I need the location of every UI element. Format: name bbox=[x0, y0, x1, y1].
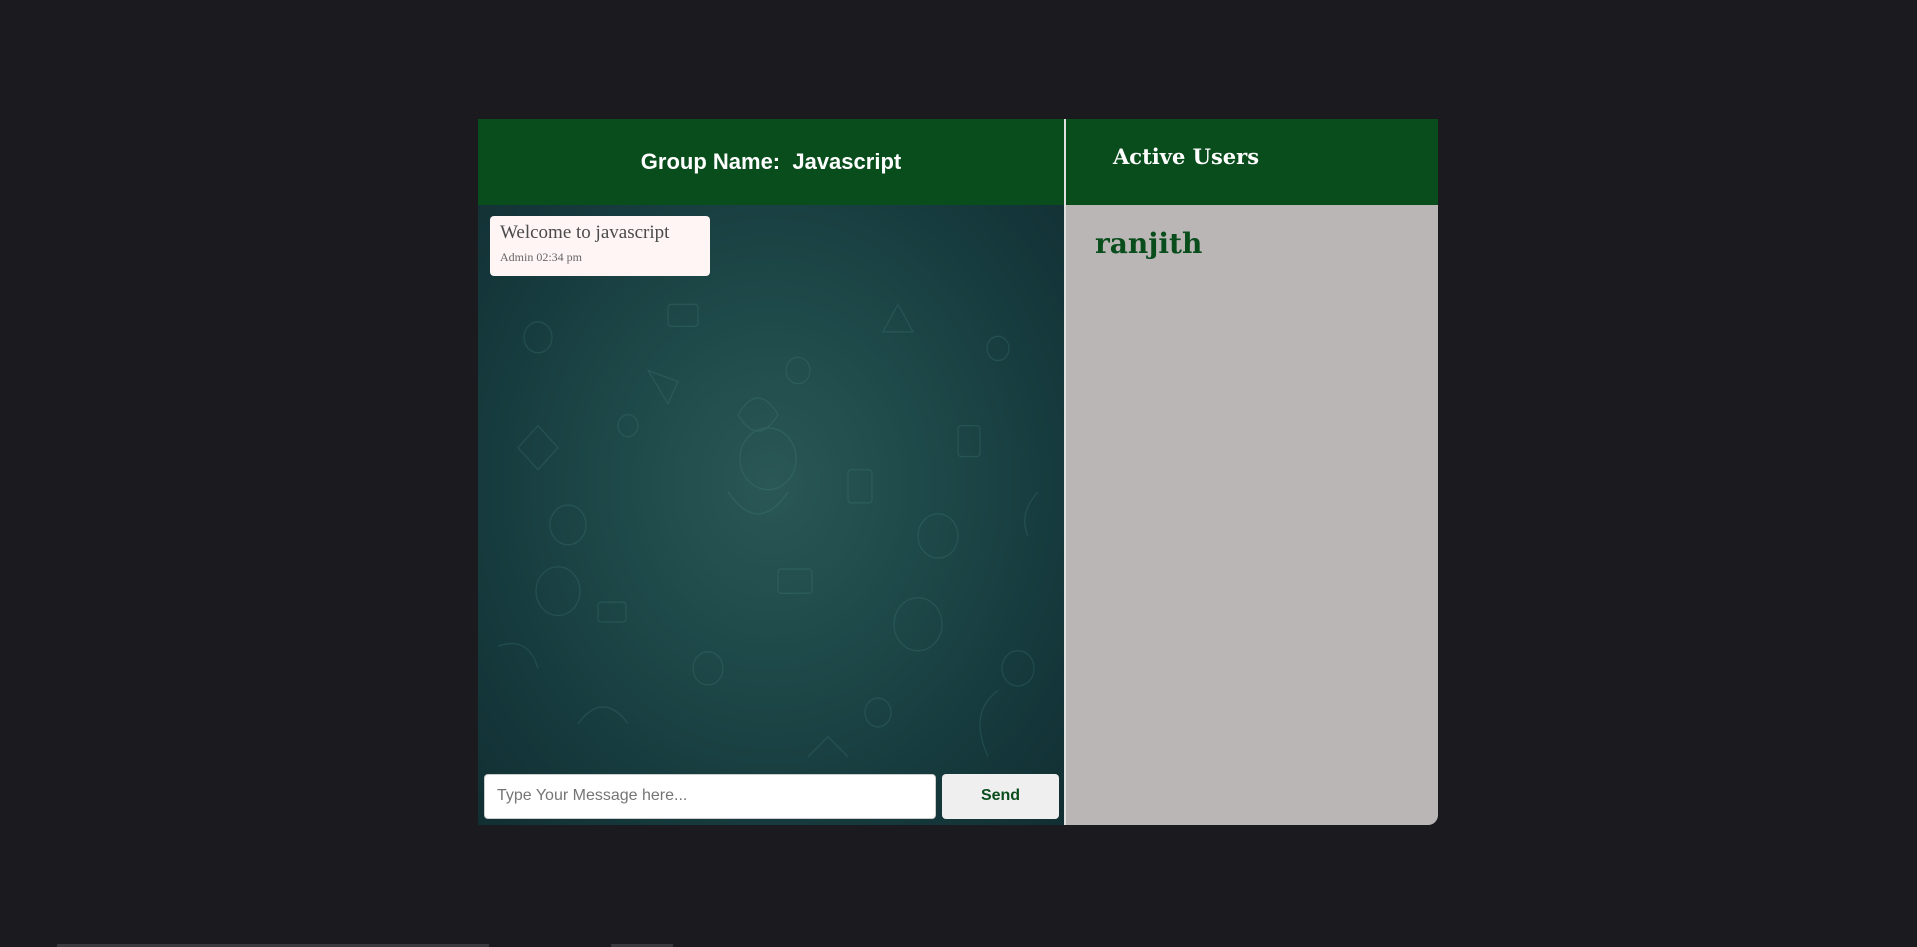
message-bubble: Welcome to javascript Admin 02:34 pm bbox=[490, 216, 710, 276]
chat-app: Group Name: Javascript Welcome to javasc… bbox=[478, 119, 1438, 825]
active-users-panel: Active Users ranjith bbox=[1066, 119, 1438, 825]
message-meta: Admin 02:34 pm bbox=[500, 250, 583, 264]
send-button[interactable]: Send bbox=[942, 773, 1059, 819]
message-area[interactable]: Welcome to javascript Admin 02:34 pm bbox=[478, 205, 1064, 825]
message-input[interactable] bbox=[484, 773, 936, 819]
message-composer: Send bbox=[478, 767, 1064, 825]
chat-header: Group Name: Javascript bbox=[478, 119, 1064, 205]
active-users-list: ranjith bbox=[1066, 205, 1438, 825]
active-users-title: Active Users bbox=[1113, 144, 1260, 169]
message-text: Welcome to javascript bbox=[500, 222, 670, 243]
doodle-background bbox=[497, 303, 1039, 758]
active-users-header: Active Users bbox=[1066, 119, 1438, 205]
group-name-title: Group Name: Javascript bbox=[640, 149, 902, 174]
chat-panel: Group Name: Javascript Welcome to javasc… bbox=[478, 119, 1064, 825]
user-item[interactable]: ranjith bbox=[1095, 227, 1438, 260]
